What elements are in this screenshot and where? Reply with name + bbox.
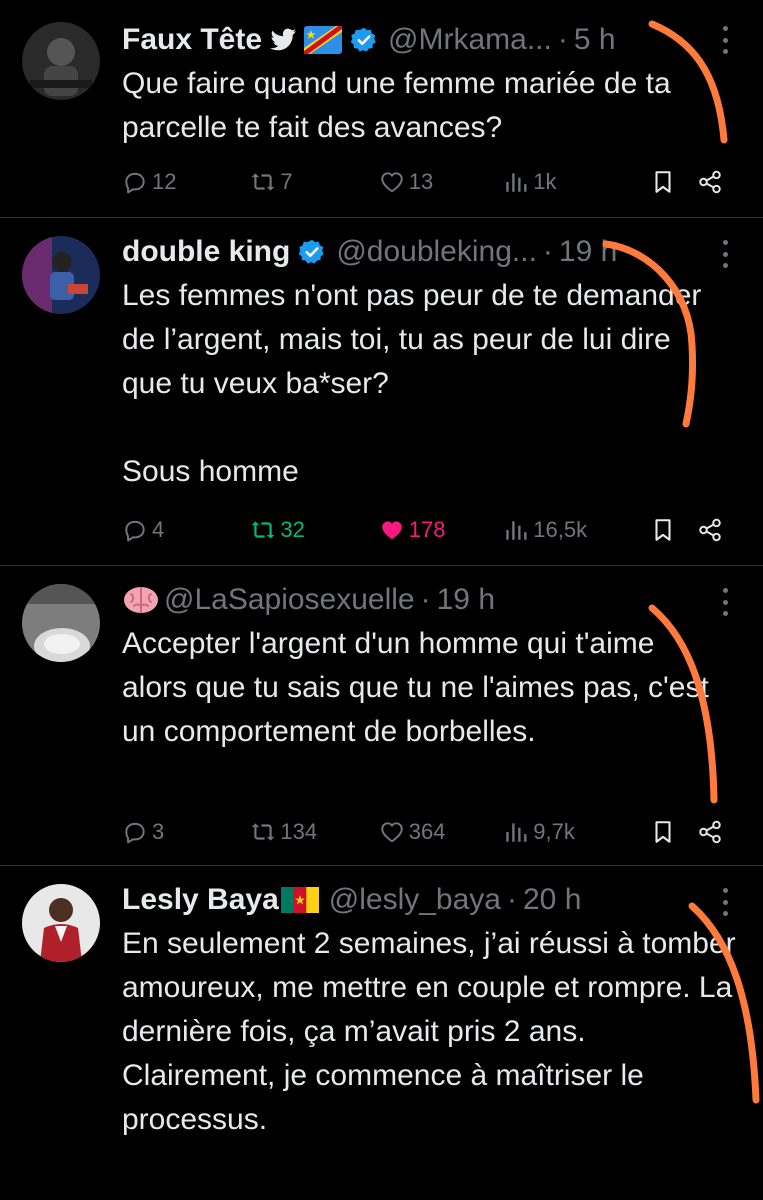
reply-icon [125,822,145,844]
display-name[interactable]: Lesly Baya [122,878,279,922]
views-button[interactable]: 1k [503,169,637,195]
retweet-button[interactable]: 7 [250,169,378,195]
dot-separator: · [557,23,568,56]
bookmark-button[interactable] [638,819,689,845]
tweet-3[interactable]: @LaSapiosexuelle · 19 h Accepter l'argen… [0,566,763,866]
tweet-text: Que faire quand une femme mariée de ta p… [122,67,671,144]
reply-icon [125,520,145,542]
more-options-icon[interactable] [717,888,733,916]
handle[interactable]: @lesly_baya [329,878,501,922]
reply-button[interactable]: 3 [122,819,250,845]
timestamp[interactable]: 20 h [523,878,581,922]
brain-icon [124,587,158,613]
views-count: 9,7k [533,819,575,844]
avatar[interactable] [22,236,100,314]
like-count: 364 [408,819,446,844]
bookmark-icon [655,821,671,843]
avatar[interactable] [22,22,100,100]
tweet-actions: 3 134 364 9,7k [122,812,729,852]
timestamp[interactable]: 5 h [574,18,616,62]
like-button[interactable]: 13 [379,169,504,195]
bird-icon [270,28,297,51]
like-button[interactable]: 178 [379,517,504,543]
views-button[interactable]: 16,5k [503,517,637,543]
tweet-actions: 12 7 13 1k [122,162,729,202]
like-count: 13 [408,169,434,194]
like-button[interactable]: 364 [379,819,504,845]
tweet-text: Les femmes n'ont pas peur de te demander… [122,279,702,488]
verified-badge-icon [350,27,376,52]
bookmark-button[interactable] [638,517,689,543]
analytics-icon [506,173,527,192]
share-icon [698,170,721,194]
bookmark-icon [655,171,671,193]
retweet-icon [252,173,275,191]
retweet-icon [252,521,275,539]
retweet-count: 32 [280,517,305,542]
retweet-count: 7 [280,169,293,194]
timestamp[interactable]: 19 h [559,230,617,274]
analytics-icon [506,521,527,540]
tweet-header: Lesly Baya @lesly_baya · 20 h [122,878,703,922]
handle[interactable]: @Mrkama... [388,18,552,62]
handle[interactable]: @LaSapiosexuelle [164,578,415,622]
share-icon [698,820,721,844]
avatar[interactable] [22,884,100,962]
cameroon-flag-icon [280,887,319,913]
tweet-text: Accepter l'argent d'un homme qui t'aime … [122,627,709,748]
heart-filled-icon [382,521,402,540]
tweet-header: Faux Tête @Mrkama... · 5 h [122,18,703,62]
heart-icon [381,172,403,193]
views-count: 1k [533,169,557,194]
tweet-2[interactable]: double king @doubleking... · 19 h Les fe… [0,218,763,566]
heart-icon [381,822,403,843]
share-icon [698,518,721,542]
more-options-icon[interactable] [717,240,733,268]
reply-count: 3 [152,819,165,844]
analytics-icon [506,823,527,842]
reply-icon [125,172,145,194]
tweet-text: En seulement 2 semaines, j’ai réussi à t… [122,927,736,1136]
dot-separator: · [420,583,431,616]
share-button[interactable] [690,169,729,195]
retweet-icon [252,823,275,841]
more-options-icon[interactable] [717,26,733,54]
retweet-button[interactable]: 32 [250,517,378,543]
tweet-1[interactable]: Faux Tête @Mrkama... · 5 h Que faire qua… [0,0,763,218]
retweet-count: 134 [280,819,318,844]
timestamp[interactable]: 19 h [437,578,495,622]
tweet-4[interactable]: Lesly Baya @lesly_baya · 20 h En seuleme… [0,866,763,1200]
dot-separator: · [542,235,553,268]
views-count: 16,5k [533,517,588,542]
bookmark-icon [655,519,671,541]
more-options-icon[interactable] [717,588,733,616]
reply-count: 12 [152,169,177,194]
tweet-actions: 4 32 178 16,5k [122,510,729,550]
like-count: 178 [408,517,446,542]
display-name[interactable]: double king [122,230,290,274]
tweet-header: double king @doubleking... · 19 h [122,230,703,274]
tweet-header: @LaSapiosexuelle · 19 h [122,578,703,622]
dot-separator: · [507,883,517,916]
share-button[interactable] [690,819,729,845]
reply-button[interactable]: 12 [122,169,250,195]
drc-flag-icon [304,26,343,54]
views-button[interactable]: 9,7k [503,819,637,845]
reply-count: 4 [152,517,165,542]
avatar[interactable] [22,584,100,662]
handle[interactable]: @doubleking... [336,230,537,274]
verified-badge-icon [299,239,325,264]
share-button[interactable] [690,517,729,543]
retweet-button[interactable]: 134 [250,819,378,845]
display-name[interactable]: Faux Tête [122,18,262,62]
reply-button[interactable]: 4 [122,517,250,543]
bookmark-button[interactable] [638,169,689,195]
